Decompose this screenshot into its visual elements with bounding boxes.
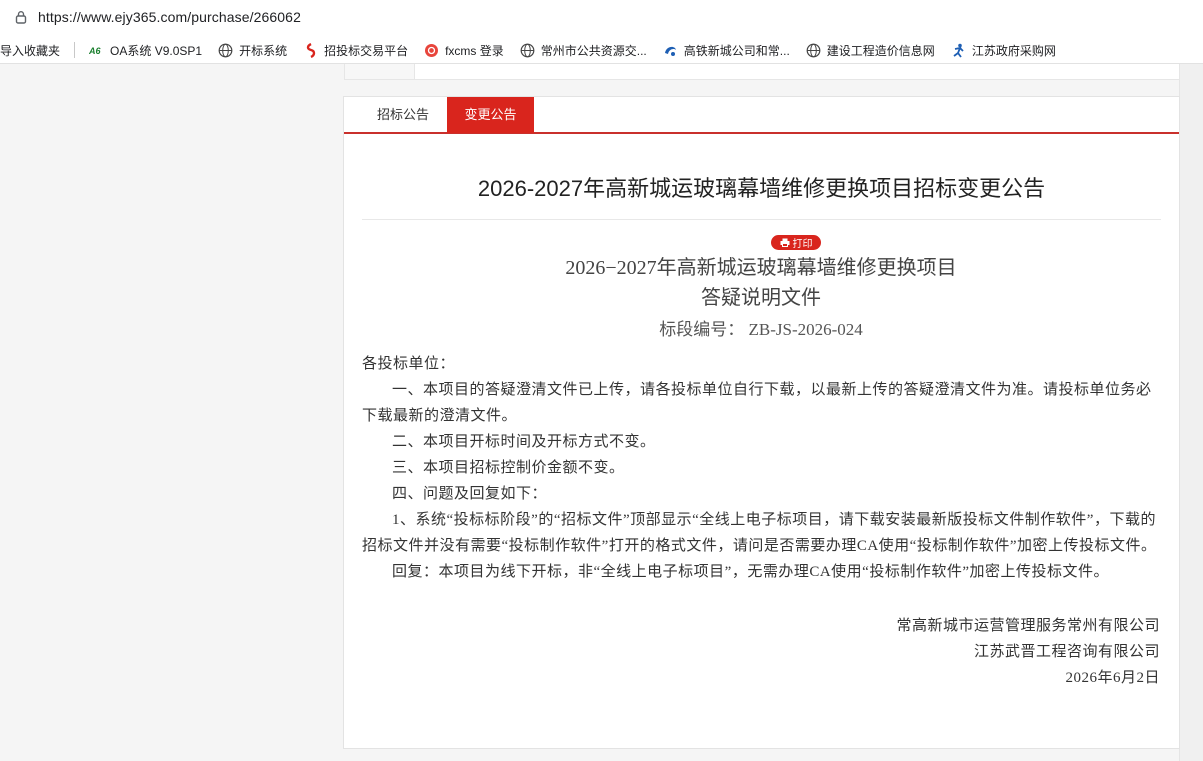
swirl-logo-icon: [663, 43, 678, 58]
browser-toolbar: https://www.ejy365.com/purchase/266062 导…: [0, 0, 1203, 64]
bookmark-jszfcg[interactable]: 江苏政府采购网: [943, 37, 1064, 63]
paragraph-1: 一、本项目的答疑澄清文件已上传，请各投标单位自行下载，以最新上传的答疑澄清文件为…: [362, 382, 1152, 424]
bookmark-import[interactable]: 导入收藏夹: [0, 37, 68, 63]
title-divider: [362, 219, 1161, 220]
paragraph-4: 四、问题及回复如下：: [392, 486, 548, 502]
svg-text:A6: A6: [89, 46, 101, 56]
runner-logo-icon: [951, 43, 966, 58]
signature-date: 2026年6月2日: [1065, 670, 1160, 686]
bookmark-label: 开标系统: [239, 43, 288, 58]
bookmark-label: 导入收藏夹: [0, 43, 61, 58]
page-title: 2026-2027年高新城运玻璃幕墙维修更换项目招标变更公告: [477, 176, 1046, 201]
lock-icon: [15, 11, 27, 24]
answer-1: 回复：本项目为线下开标，非“全线上电子标项目”，无需办理CA使用“投标制作软件”…: [392, 564, 1109, 580]
bookmark-label: OA系统 V9.0SP1: [110, 43, 203, 58]
signature-company-1: 常高新城市运营管理服务常州有限公司: [896, 618, 1160, 634]
bookmark-zaojia[interactable]: 建设工程造价信息网: [798, 37, 943, 63]
paragraph-2: 二、本项目开标时间及开标方式不变。: [392, 434, 656, 450]
paragraph-3: 三、本项目招标控制价金额不变。: [392, 460, 625, 476]
globe-icon: [806, 43, 821, 58]
bookmark-label: 高铁新城公司和常...: [683, 43, 790, 58]
document-title-line1: 2026−2027年高新城运玻璃幕墙维修更换项目: [565, 257, 957, 279]
bookmark-oa[interactable]: A6 OA系统 V9.0SP1: [81, 37, 210, 63]
bookmark-label: 建设工程造价信息网: [826, 43, 935, 58]
address-bar[interactable]: https://www.ejy365.com/purchase/266062: [0, 0, 1203, 34]
question-1: 1、系统“投标标阶段”的“招标文件”顶部显示“全线上电子标项目，请下载安装最新版…: [362, 512, 1157, 554]
tab-bid-notice[interactable]: 招标公告: [364, 97, 442, 133]
announcement-panel: 招标公告 变更公告 2026-2027年高新城运玻璃幕墙维修更换项目招标变更公告…: [343, 96, 1180, 749]
fxcms-logo-icon: [424, 43, 439, 58]
bookmark-kaibiao[interactable]: 开标系统: [210, 37, 295, 63]
salutation: 各投标单位：: [362, 356, 456, 372]
previous-section-panel: [344, 64, 1180, 80]
bookmark-gtxc[interactable]: 高铁新城公司和常...: [655, 37, 798, 63]
print-label: 打印: [792, 239, 813, 250]
globe-icon: [520, 43, 535, 58]
bookmark-fxcms[interactable]: fxcms 登录: [416, 37, 512, 63]
url-text[interactable]: https://www.ejy365.com/purchase/266062: [38, 9, 301, 25]
bookmark-label: 招投标交易平台: [324, 43, 409, 58]
document-title-line2: 答疑说明文件: [701, 287, 821, 309]
bookmark-label: 江苏政府采购网: [971, 43, 1056, 58]
printer-icon: [780, 238, 789, 247]
oa-logo-icon: A6: [89, 43, 104, 58]
tab-change-notice[interactable]: 变更公告: [447, 97, 534, 133]
bookmark-label: fxcms 登录: [445, 43, 504, 58]
page-scrollbar[interactable]: [1179, 64, 1203, 761]
section-number: 标段编号： ZB-JS-2026-024: [659, 320, 863, 339]
bookmarks-bar: 导入收藏夹 A6 OA系统 V9.0SP1 开标系统 招投标交易平台 fxcms…: [0, 36, 1203, 64]
previous-section-sidebar: [345, 64, 415, 79]
bookmark-czggzy[interactable]: 常州市公共资源交...: [512, 37, 655, 63]
bookmark-label: 常州市公共资源交...: [540, 43, 647, 58]
document-body: 2026−2027年高新城运玻璃幕墙维修更换项目 答疑说明文件 标段编号： ZB…: [362, 253, 1160, 691]
signature-company-2: 江苏武晋工程咨询有限公司: [973, 644, 1160, 660]
bookmark-bid-platform[interactable]: 招投标交易平台: [295, 37, 416, 63]
bid-logo-icon: [303, 42, 318, 58]
bookmark-divider: [74, 42, 76, 58]
announcement-tabs: 招标公告 变更公告: [344, 97, 1179, 134]
print-button[interactable]: 打印: [771, 235, 821, 250]
globe-icon: [218, 43, 233, 58]
